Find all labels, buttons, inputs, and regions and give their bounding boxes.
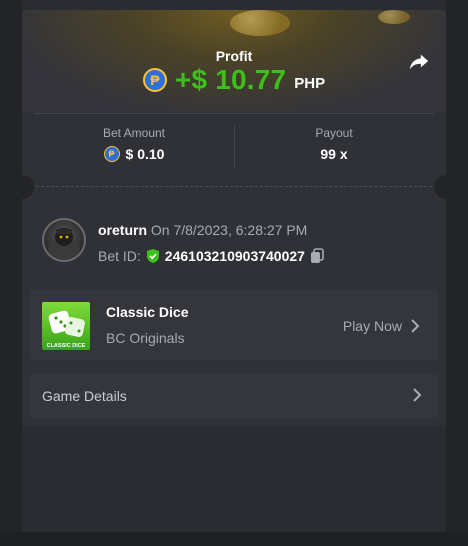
user-line: oreturn On 7/8/2023, 6:28:27 PM (98, 222, 307, 238)
peso-coin-icon: ₱ (142, 68, 167, 92)
avatar-icon (48, 228, 80, 260)
chevron-right-icon (413, 388, 422, 402)
profit-currency: PHP (294, 74, 326, 92)
classic-dice-thumbnail: CLASSIC DICE (42, 302, 90, 350)
game-title: Classic Dice (106, 304, 189, 320)
bet-id-line: Bet ID: 246103210903740027 (98, 248, 325, 264)
coin-decoration (378, 10, 410, 24)
thumbnail-caption: CLASSIC DICE (47, 343, 86, 349)
game-card[interactable]: CLASSIC DICE Classic Dice BC Originals P… (30, 290, 438, 360)
bet-details-panel: Profit ₱ +$ 10.77 PHP Bet Amount ₱ $ 0.1… (22, 10, 446, 426)
bet-amount-value: $ 0.10 (125, 146, 165, 162)
bet-amount-value-row: ₱ $ 0.10 (34, 146, 234, 162)
payout-stat: Payout 99 x (234, 114, 434, 178)
bet-stats: Bet Amount ₱ $ 0.10 Payout 99 x (34, 113, 434, 178)
username[interactable]: oreturn (98, 222, 147, 238)
user-info: oreturn On 7/8/2023, 6:28:27 PM Bet ID: … (42, 218, 432, 270)
coin-decoration (230, 10, 290, 36)
game-details-row[interactable]: Game Details (30, 374, 438, 418)
ticket-divider (36, 186, 432, 187)
ticket-notch-left (22, 175, 34, 199)
bet-amount-stat: Bet Amount ₱ $ 0.10 (34, 114, 234, 178)
game-provider: BC Originals (106, 330, 185, 346)
ticket-notch-right (434, 175, 446, 199)
background-bottom-strip (0, 532, 468, 546)
bet-id-value: 246103210903740027 (164, 248, 305, 264)
profit-header: Profit ₱ +$ 10.77 PHP (22, 10, 446, 112)
bet-timestamp: On 7/8/2023, 6:28:27 PM (150, 222, 308, 238)
share-icon[interactable] (408, 50, 430, 72)
peso-coin-icon: ₱ (103, 146, 120, 162)
background-left-strip (0, 0, 22, 546)
bet-id-label: Bet ID: (98, 248, 141, 264)
payout-value: 99 x (320, 146, 348, 162)
profit-label: Profit (215, 48, 253, 64)
background-right-strip (446, 0, 468, 546)
profit-row: ₱ +$ 10.77 PHP (22, 64, 446, 96)
profit-value: +$ 10.77 (174, 64, 287, 95)
chevron-right-icon (411, 319, 420, 333)
play-now-button[interactable]: Play Now (343, 318, 420, 334)
play-now-label: Play Now (342, 318, 402, 334)
bet-amount-label: Bet Amount (102, 126, 166, 140)
dice-icon: CLASSIC DICE (47, 310, 86, 349)
game-details-label: Game Details (42, 388, 127, 404)
avatar[interactable] (42, 218, 86, 262)
shield-check-icon (146, 249, 159, 263)
payout-label: Payout (315, 126, 353, 140)
copy-icon[interactable] (309, 248, 325, 264)
